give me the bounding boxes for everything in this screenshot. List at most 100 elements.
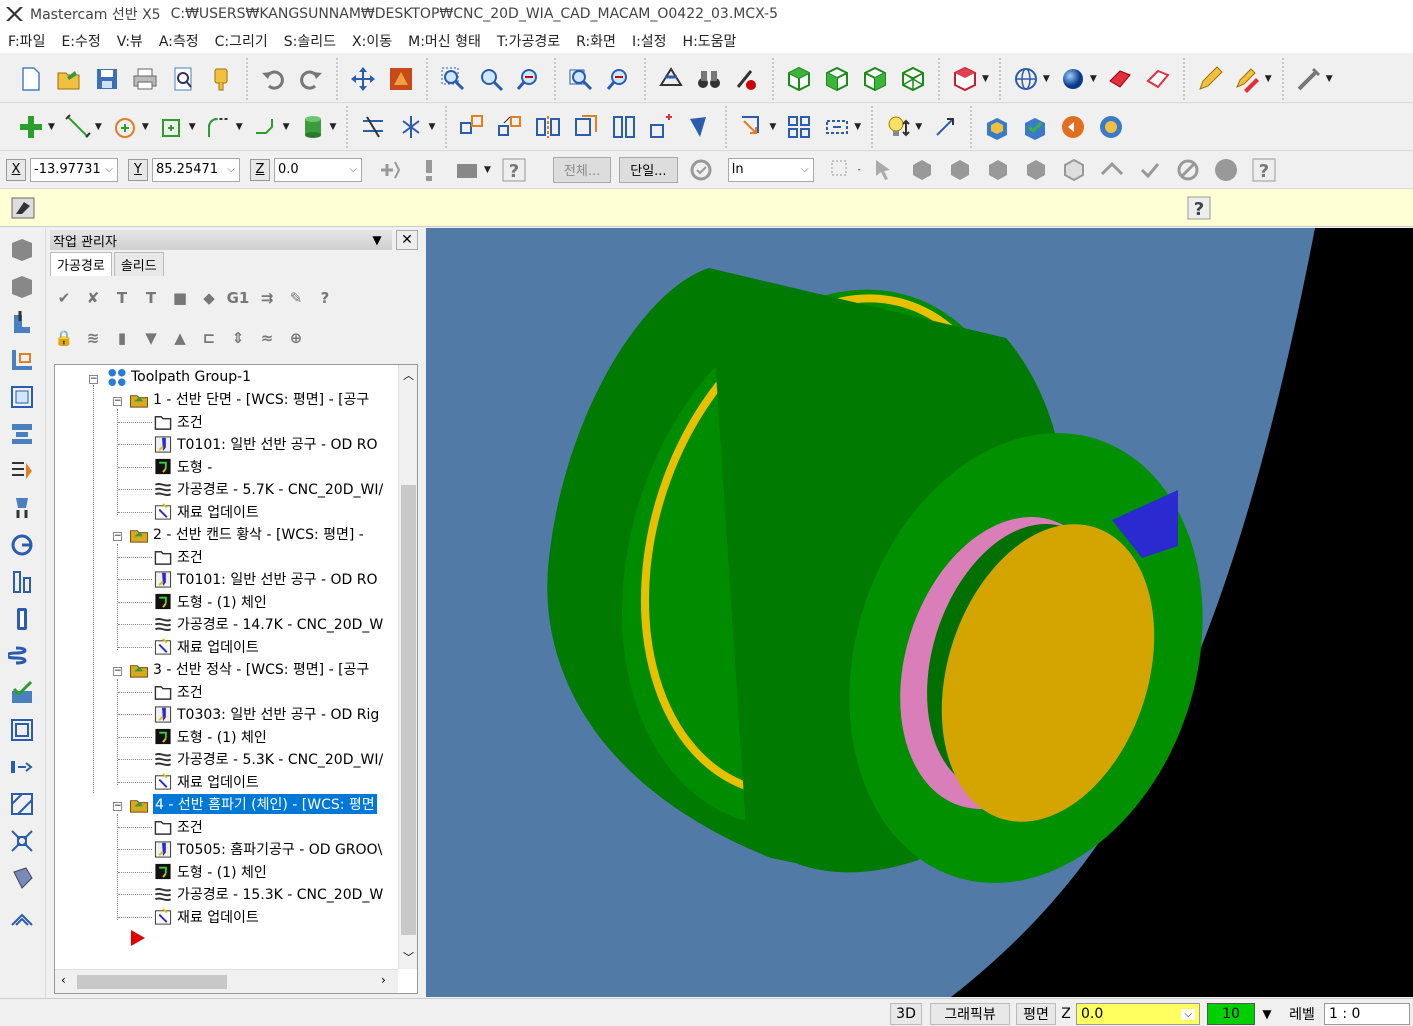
- undo-icon[interactable]: [256, 62, 290, 96]
- lathe-face-icon[interactable]: [4, 307, 40, 339]
- edge-select-icon[interactable]: [981, 153, 1015, 187]
- menu-file[interactable]: F:파일: [8, 31, 45, 51]
- end-selection-icon[interactable]: [1209, 153, 1243, 187]
- zoom-half-icon[interactable]: [602, 62, 636, 96]
- view-3d-button[interactable]: 3D: [890, 1003, 922, 1025]
- new-file-icon[interactable]: [14, 62, 48, 96]
- chevron-down-icon[interactable]: ▼: [236, 122, 243, 132]
- chevron-down-icon[interactable]: ▼: [982, 74, 989, 84]
- move-down-icon[interactable]: ▼: [139, 324, 163, 352]
- operation-child-stock[interactable]: 재료 업데이트: [153, 501, 259, 523]
- z-label[interactable]: Z: [250, 158, 270, 181]
- panel-close-button[interactable]: ✕: [396, 230, 418, 250]
- level-value[interactable]: 1 : 0: [1324, 1003, 1410, 1025]
- chevron-down-icon[interactable]: ▼: [142, 122, 149, 132]
- lathe-cutoff-icon[interactable]: [4, 529, 40, 561]
- lathe-tailstock-icon[interactable]: [4, 603, 40, 635]
- chevron-down-icon[interactable]: ▼: [1258, 1003, 1276, 1025]
- operation-child-toolpath[interactable]: 가공경로 - 15.3K - CNC_20D_W: [153, 883, 383, 905]
- plane-button[interactable]: 평면: [1016, 1003, 1056, 1025]
- regen-dirty-icon[interactable]: T: [139, 284, 163, 312]
- clipboard-icon[interactable]: [204, 62, 238, 96]
- tree-horizontal-scrollbar[interactable]: ‹ ›: [55, 969, 398, 993]
- chevron-down-icon[interactable]: ⌵: [349, 164, 361, 175]
- backplot-ops-icon[interactable]: ■: [168, 284, 192, 312]
- graphics-viewport[interactable]: [426, 228, 1413, 997]
- high-feed-icon[interactable]: ⇉: [255, 284, 279, 312]
- verify-check-icon[interactable]: [1133, 153, 1167, 187]
- view-top-cube-icon[interactable]: [782, 62, 816, 96]
- chevron-down-icon[interactable]: ▼: [854, 122, 861, 132]
- machine-sim-icon[interactable]: [980, 110, 1014, 144]
- lock-icon[interactable]: 🔒: [52, 324, 76, 352]
- scroll-up-icon[interactable]: ︿: [403, 367, 414, 383]
- only-display-icon[interactable]: ≈: [255, 324, 279, 352]
- chevron-down-icon[interactable]: ▼: [1043, 74, 1050, 84]
- chevron-down-icon[interactable]: ⌵: [1181, 1008, 1195, 1020]
- break-icon[interactable]: [394, 110, 428, 144]
- lathe-groove-icon[interactable]: [4, 492, 40, 524]
- scroll-right-icon[interactable]: ›: [381, 973, 386, 987]
- z-coordinate-input[interactable]: 0.0 ⌵: [274, 157, 362, 182]
- view-front-cube-icon[interactable]: [820, 62, 854, 96]
- create-arc-icon[interactable]: [108, 110, 142, 144]
- search-ops-icon[interactable]: ⊕: [284, 324, 308, 352]
- lathe-more-icon[interactable]: [4, 899, 40, 931]
- zoom-window-icon[interactable]: [436, 62, 470, 96]
- operation-child-toolpath[interactable]: 가공경로 - 14.7K - CNC_20D_W: [153, 613, 383, 635]
- menu-solids[interactable]: S:솔리드: [284, 31, 336, 51]
- lathe-stock-flip-icon[interactable]: [4, 566, 40, 598]
- lathe-cross-icon[interactable]: [4, 751, 40, 783]
- operation-child-stock[interactable]: 재료 업데이트: [153, 636, 259, 658]
- operation-child-tool[interactable]: T0303: 일반 선반 공구 - OD Rig: [153, 703, 379, 725]
- chevron-down-icon[interactable]: ▼: [283, 122, 290, 132]
- binoculars-icon[interactable]: [692, 62, 726, 96]
- cylinder-icon[interactable]: [296, 110, 330, 144]
- help-icon[interactable]: ?: [497, 153, 531, 187]
- color-field[interactable]: 10: [1207, 1003, 1255, 1025]
- menu-edit[interactable]: E:수정: [61, 31, 100, 51]
- operation-child-toolpath[interactable]: 가공경로 - 5.3K - CNC_20D_WI/: [153, 748, 383, 770]
- lathe-thread-icon[interactable]: [4, 455, 40, 487]
- view-side-cube-icon[interactable]: [858, 62, 892, 96]
- selection-mode-select[interactable]: In ⌵: [727, 157, 814, 182]
- menu-xform[interactable]: X:이동: [352, 31, 392, 51]
- multi-pencil-icon[interactable]: [1231, 62, 1265, 96]
- menu-view[interactable]: V:뷰: [117, 31, 143, 51]
- zoom-target-icon[interactable]: [474, 62, 508, 96]
- chevron-down-icon[interactable]: ▼: [428, 122, 435, 132]
- view-iso-cube-icon[interactable]: [896, 62, 930, 96]
- shaded-solid-icon[interactable]: [1103, 62, 1137, 96]
- operation-child-geometry[interactable]: 도형 -: [153, 456, 212, 478]
- tab-solids[interactable]: 솔리드: [113, 252, 164, 276]
- toolpath-group[interactable]: Toolpath Group-1: [107, 366, 251, 388]
- lathe-rough-icon[interactable]: [4, 344, 40, 376]
- scroll-thumb[interactable]: [401, 485, 416, 935]
- collapse-toggle[interactable]: −: [113, 397, 122, 406]
- operation-child-geometry[interactable]: 도형 - (1) 체인: [153, 591, 267, 613]
- shaded-sphere-icon[interactable]: [1056, 62, 1090, 96]
- wireframe-solid-icon[interactable]: [1141, 62, 1175, 96]
- x-coordinate-input[interactable]: -13.97731 ⌵: [30, 157, 118, 182]
- ribbon-tool-icon[interactable]: [6, 191, 40, 225]
- collapse-toggle[interactable]: −: [113, 532, 122, 541]
- redo-icon[interactable]: [294, 62, 328, 96]
- auto-cursor-icon[interactable]: [450, 153, 484, 187]
- exclaim-icon[interactable]: [412, 153, 446, 187]
- print-preview-icon[interactable]: [166, 62, 200, 96]
- mirror-icon[interactable]: [531, 110, 565, 144]
- scroll-left-icon[interactable]: ‹: [61, 973, 66, 987]
- stretch-icon[interactable]: [820, 110, 854, 144]
- select-all-ops-icon[interactable]: ✔: [52, 284, 76, 312]
- select-dirty-ops-icon[interactable]: ✘: [81, 284, 105, 312]
- lathe-drill-icon[interactable]: [4, 418, 40, 450]
- select-arrow-icon[interactable]: [867, 153, 901, 187]
- lathe-contour-icon[interactable]: [4, 714, 40, 746]
- rotate-copy-icon[interactable]: [493, 110, 527, 144]
- toggle-posting-icon[interactable]: ▮: [110, 324, 134, 352]
- chevron-down-icon[interactable]: ▼: [484, 165, 491, 175]
- y-label[interactable]: Y: [128, 158, 148, 181]
- open-file-icon[interactable]: [52, 62, 86, 96]
- help-icon[interactable]: ?: [1247, 153, 1281, 187]
- operation-child-params[interactable]: 조건: [153, 411, 203, 433]
